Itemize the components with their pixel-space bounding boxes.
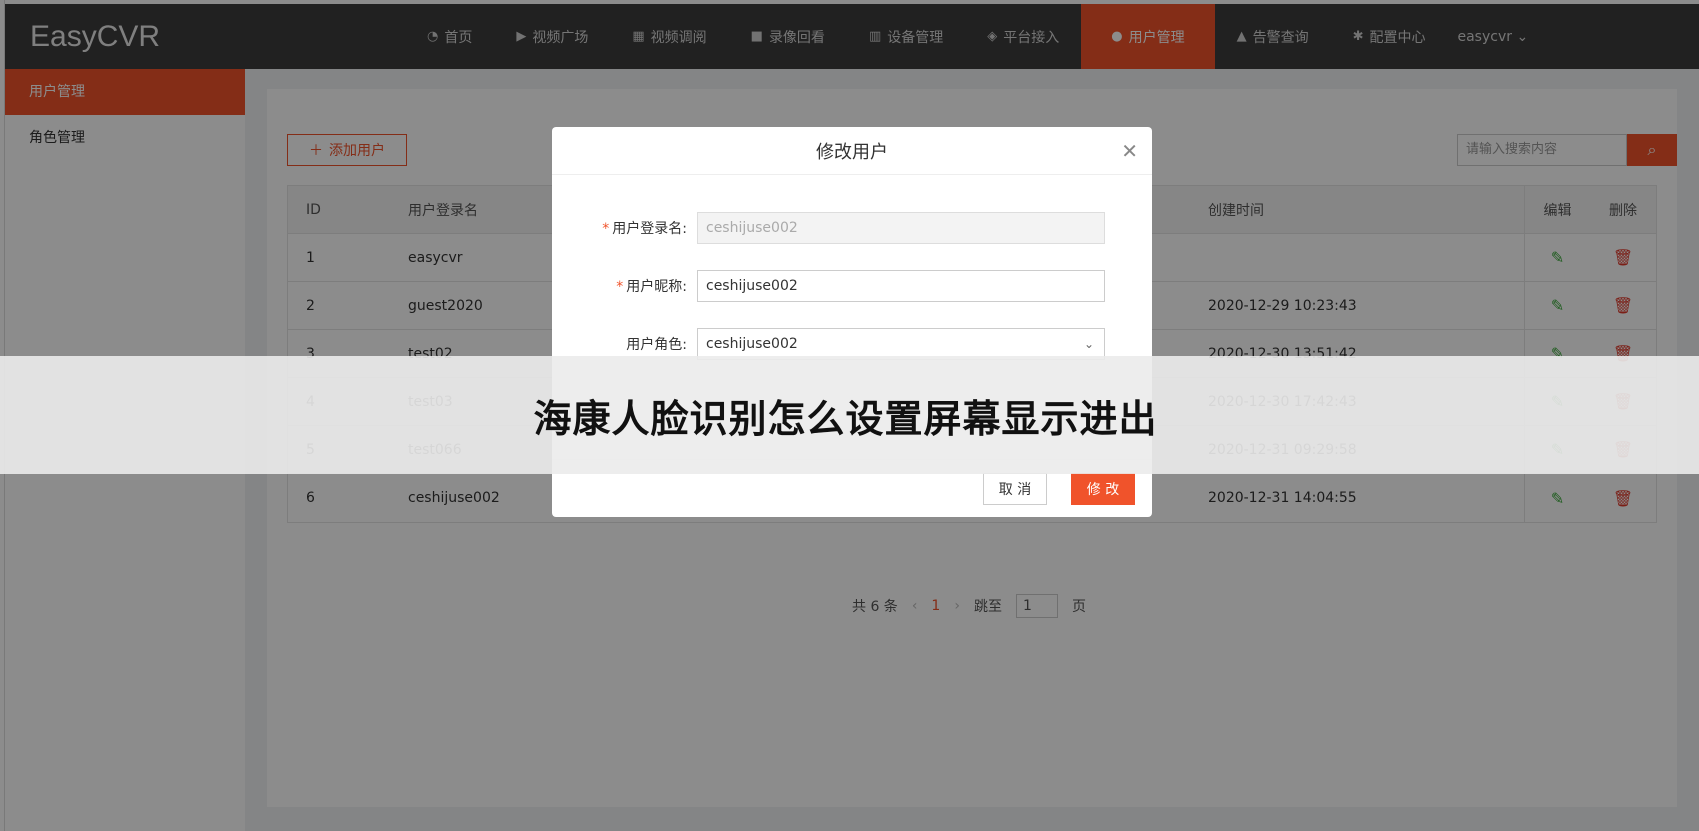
overlay-banner: 海康人脸识别怎么设置屏幕显示进出 — [0, 356, 1699, 474]
nick-label-text: 用户昵称: — [626, 279, 687, 295]
nickname-field[interactable]: ceshijuse002 — [697, 270, 1105, 302]
banner-title: 海康人脸识别怎么设置屏幕显示进出 — [533, 396, 1158, 441]
dialog-title: 修改用户 — [816, 141, 888, 163]
form-row-nick: * 用户昵称: ceshijuse002 — [552, 270, 1152, 302]
close-icon[interactable]: ✕ — [1121, 139, 1138, 163]
required-marker: * — [616, 279, 624, 295]
dialog-header: 修改用户 ✕ — [552, 127, 1152, 175]
nick-label: * 用户昵称: — [552, 276, 697, 296]
login-label: * 用户登录名: — [552, 218, 697, 238]
chevron-down-icon: ⌄ — [1083, 337, 1094, 351]
cancel-button[interactable]: 取 消 — [983, 473, 1047, 505]
submit-edit-button[interactable]: 修 改 — [1071, 473, 1135, 505]
required-marker: * — [602, 221, 610, 237]
role-label: 用户角色: — [626, 337, 687, 353]
form-row-login: * 用户登录名: ceshijuse002 — [552, 212, 1152, 244]
login-label-text: 用户登录名: — [612, 221, 687, 237]
login-name-field: ceshijuse002 — [697, 212, 1105, 244]
role-select-value: ceshijuse002 — [706, 336, 798, 352]
